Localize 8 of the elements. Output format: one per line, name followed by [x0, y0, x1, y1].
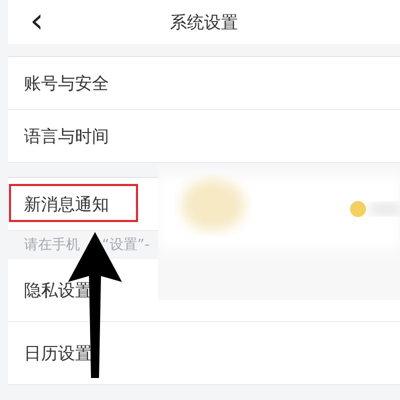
settings-item[interactable]: 语言与时间 [24, 124, 109, 148]
settings-item[interactable]: 账号与安全 [24, 72, 109, 94]
hint-text: “设置”- [102, 236, 150, 254]
page-title: 系统设置 [170, 12, 238, 34]
settings-item[interactable]: 隐私设置 [24, 278, 92, 302]
back-icon[interactable]: ‹ [30, 4, 44, 38]
hint-text: 请在手机 [24, 236, 80, 254]
settings-item[interactable]: 新消息通知 [24, 192, 109, 216]
